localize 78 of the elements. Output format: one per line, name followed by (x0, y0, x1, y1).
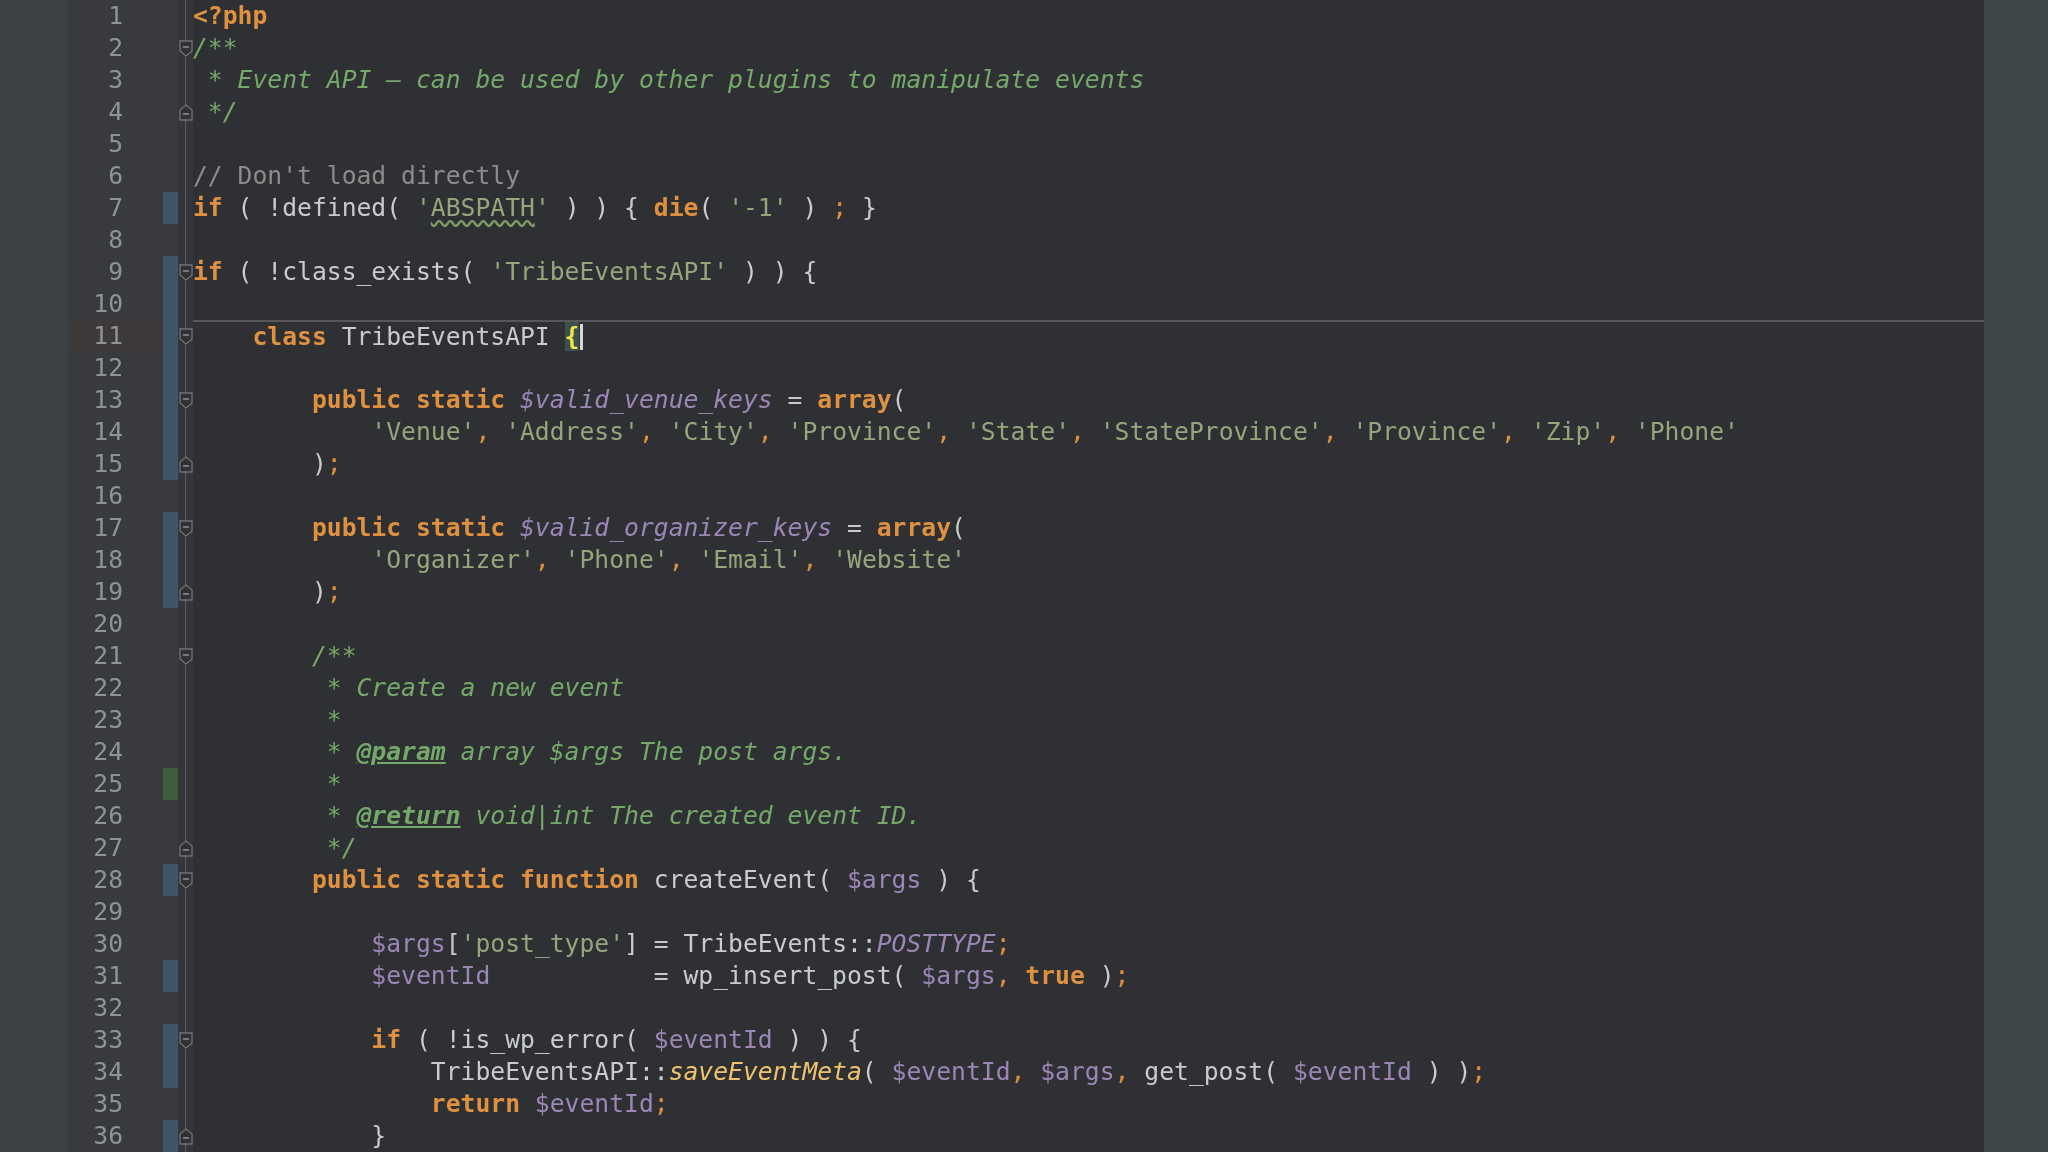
fold-icon[interactable] (178, 455, 193, 473)
fold-icon[interactable] (178, 263, 193, 281)
line-number: 6 (107, 160, 124, 192)
code-line: * (325, 768, 342, 800)
line-number: 28 (92, 864, 124, 896)
code-line: * (325, 704, 342, 736)
line-number: 21 (92, 640, 124, 672)
line-number: 14 (92, 416, 124, 448)
line-number: 9 (107, 256, 124, 288)
line-number: 13 (92, 384, 124, 416)
line-number: 33 (92, 1024, 124, 1056)
line-number: 19 (92, 576, 124, 608)
line-number: 29 (92, 896, 124, 928)
code-line: $eventId = wp_insert_post( $args, true ); (370, 960, 1130, 992)
line-number: 20 (92, 608, 124, 640)
fold-icon[interactable] (178, 103, 193, 121)
code-line: ); (310, 576, 342, 608)
line-number: 12 (92, 352, 124, 384)
line-number: 30 (92, 928, 124, 960)
code-line: */ (325, 832, 357, 864)
line-number: 8 (107, 224, 124, 256)
line-number: 24 (92, 736, 124, 768)
code-line: /** (310, 640, 357, 672)
line-number: 1 (107, 0, 124, 32)
line-number: 36 (92, 1120, 124, 1152)
code-line: * @return void|int The created event ID. (325, 800, 922, 832)
line-number: 4 (107, 96, 124, 128)
line-number: 17 (92, 512, 124, 544)
fold-icon[interactable] (178, 1031, 193, 1049)
fold-icon[interactable] (178, 839, 193, 857)
fold-icon[interactable] (178, 39, 193, 57)
code-line: 'Venue', 'Address', 'City', 'Province', 'State', 'StateProvince', 'Province', 'Zip', 'Phone' (370, 416, 1739, 448)
code-line: TribeEventsAPI::saveEventMeta( $eventId, $args, get_post( $eventId ) ); (429, 1056, 1487, 1088)
code-line: /** (193, 32, 238, 64)
line-number: 34 (92, 1056, 124, 1088)
code-line: ); (310, 448, 342, 480)
code-line: // Don't load directly (193, 160, 520, 192)
line-number: 35 (92, 1088, 124, 1120)
code-line: <?php (193, 0, 268, 32)
line-number: 25 (92, 768, 124, 800)
code-line: public static $valid_venue_keys = array( (310, 384, 907, 416)
code-line: * Create a new event (325, 672, 625, 704)
line-number: 31 (92, 960, 124, 992)
line-number: 27 (92, 832, 124, 864)
code-line: * @param array $args The post args. (325, 736, 847, 768)
code-line: */ (206, 96, 238, 128)
line-number: 16 (92, 480, 124, 512)
line-number: 15 (92, 448, 124, 480)
code-line: public static $valid_organizer_keys = array( (310, 512, 966, 544)
code-line: if ( !defined( 'ABSPATH' ) ) { die( '-1' ) ; } (193, 192, 877, 224)
line-number: 7 (107, 192, 124, 224)
fold-icon[interactable] (178, 1127, 193, 1145)
code-line: $args['post_type'] = TribeEvents::POSTTYPE; (370, 928, 1011, 960)
code-line: return $eventId; (429, 1088, 669, 1120)
code-line: if ( !class_exists( 'TribeEventsAPI' ) ) { (193, 256, 818, 288)
line-number: 18 (92, 544, 124, 576)
line-number: 3 (107, 64, 124, 96)
fold-icon[interactable] (178, 871, 193, 889)
code-line: public static function createEvent( $args ) { (310, 864, 981, 896)
text-cursor (580, 324, 584, 350)
fold-icon[interactable] (178, 327, 193, 345)
fold-icon[interactable] (178, 583, 193, 601)
line-number: 23 (92, 704, 124, 736)
line-number: 26 (92, 800, 124, 832)
code-line: 'Organizer', 'Phone', 'Email', 'Website' (370, 544, 966, 576)
fold-icon[interactable] (178, 647, 193, 665)
code-line: class TribeEventsAPI { (251, 321, 580, 353)
fold-icon[interactable] (178, 391, 193, 409)
line-number: 5 (107, 128, 124, 160)
fold-icon[interactable] (178, 519, 193, 537)
line-number: 2 (107, 32, 124, 64)
line-number: 11 (68, 320, 163, 352)
code-line: } (370, 1120, 387, 1152)
line-number: 32 (92, 992, 124, 1024)
code-line: * Event API – can be used by other plugins to manipulate events (206, 64, 1145, 96)
line-number: 10 (92, 288, 124, 320)
code-line: if ( !is_wp_error( $eventId ) ) { (370, 1024, 862, 1056)
line-number: 22 (92, 672, 124, 704)
